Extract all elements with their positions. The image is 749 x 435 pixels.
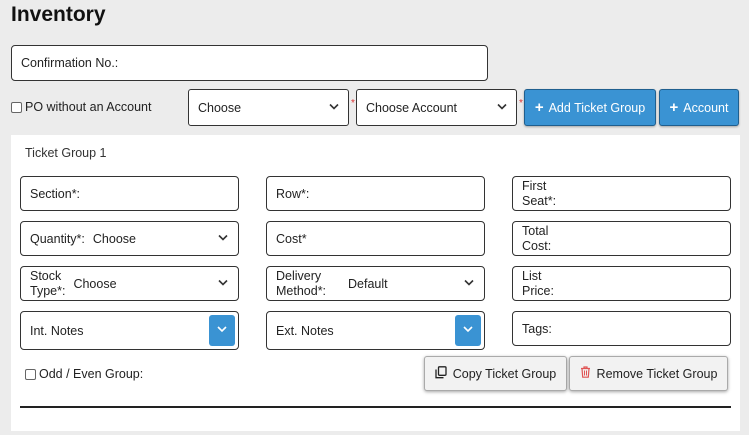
trash-icon [580,366,591,381]
list-price-label-line2: Price: [522,283,554,298]
required-mark: * [351,98,355,109]
stock-type-value: Choose [73,276,117,291]
add-account-button[interactable]: + Account [659,89,739,126]
delivery-method-label-line1: Delivery [276,268,322,283]
plus-icon: + [669,99,679,116]
stock-type-select[interactable]: Stock Type*: Choose [20,266,239,301]
account-select[interactable]: Choose Account [356,89,517,126]
odd-even-group-row[interactable]: Odd / Even Group: [25,367,143,381]
plus-icon: + [534,99,544,116]
chevron-down-icon [329,102,339,113]
total-cost-label-line1: Total [522,223,549,238]
page-title: Inventory [11,3,106,26]
odd-even-group-checkbox[interactable] [25,368,36,380]
delivery-method-label: Delivery Method*: [276,269,326,299]
quantity-value: Choose [92,231,136,246]
po-choose-value: Choose [198,100,242,115]
list-price-input[interactable]: List Price: [512,266,731,301]
remove-ticket-group-label: Remove Ticket Group [596,366,718,381]
row-label: Row*: [276,186,310,201]
account-select-value: Choose Account [366,100,458,115]
first-seat-input[interactable]: First Seat*: [512,176,731,211]
ticket-group-panel: Ticket Group 1 Section*: Row*: First Sea… [11,135,740,431]
total-cost-input[interactable]: Total Cost: [512,221,731,256]
add-ticket-group-label: Add Ticket Group [548,100,646,115]
row-input[interactable]: Row*: [266,176,485,211]
po-choose-select[interactable]: Choose [188,89,349,126]
chevron-down-icon [463,325,473,336]
int-notes-dropdown-button[interactable] [209,315,235,346]
chevron-down-icon [218,278,228,289]
copy-ticket-group-label: Copy Ticket Group [452,366,557,381]
confirmation-number-label: Confirmation No.: [21,56,119,70]
list-price-label-line1: List [522,268,542,283]
odd-even-group-label: Odd / Even Group: [39,367,144,381]
ext-notes-label: Ext. Notes [276,323,334,338]
po-without-account-checkbox[interactable] [11,101,22,113]
delivery-method-select[interactable]: Delivery Method*: Default [266,266,485,301]
cost-input[interactable]: Cost* [266,221,485,256]
copy-icon [435,365,447,382]
first-seat-label-line2: Seat*: [522,193,557,208]
chevron-down-icon [218,233,228,244]
list-price-label: List Price: [522,269,554,299]
tags-input[interactable]: Tags: [512,311,731,346]
delivery-method-value: Default [348,276,388,291]
section-input[interactable]: Section*: [20,176,239,211]
tags-label: Tags: [522,321,552,336]
stock-type-label-line2: Type*: [30,283,66,298]
int-notes-label: Int. Notes [30,323,84,338]
stock-type-label: Stock Type*: [30,269,65,299]
total-cost-label: Total Cost: [522,224,551,254]
ext-notes-dropdown-button[interactable] [455,315,481,346]
first-seat-label-line1: First [522,178,547,193]
divider [20,406,731,408]
add-account-label: Account [683,100,729,115]
quantity-label: Quantity*: [30,231,85,246]
chevron-down-icon [497,102,507,113]
total-cost-label-line2: Cost: [522,238,552,253]
po-without-account-label: PO without an Account [25,100,152,114]
section-label: Section*: [30,186,81,201]
required-mark: * [519,98,523,109]
cost-label: Cost* [276,231,307,246]
stock-type-label-line1: Stock [30,268,62,283]
confirmation-number-input[interactable]: Confirmation No.: [11,45,488,81]
chevron-down-icon [217,325,227,336]
remove-ticket-group-button[interactable]: Remove Ticket Group [569,356,728,391]
int-notes-field[interactable]: Int. Notes [20,311,239,350]
quantity-select[interactable]: Quantity*: Choose [20,221,239,256]
chevron-down-icon [464,278,474,289]
delivery-method-label-line2: Method*: [276,283,327,298]
add-ticket-group-button[interactable]: + Add Ticket Group [524,89,656,126]
po-without-account-row[interactable]: PO without an Account [11,100,151,114]
ext-notes-field[interactable]: Ext. Notes [266,311,485,350]
copy-ticket-group-button[interactable]: Copy Ticket Group [424,356,567,391]
first-seat-label: First Seat*: [522,179,556,209]
ticket-group-title: Ticket Group 1 [25,146,107,160]
